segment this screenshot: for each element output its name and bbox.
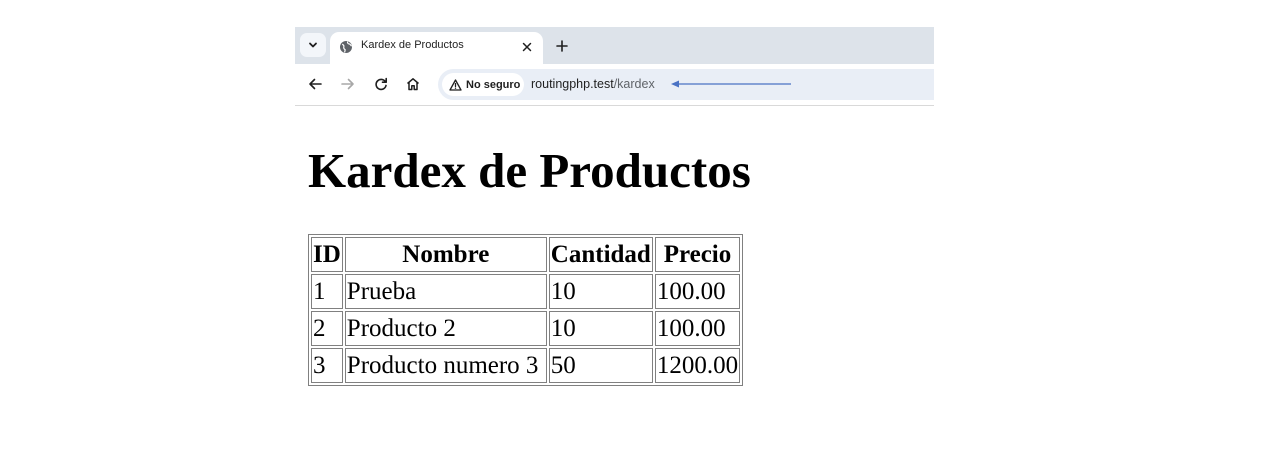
cell-cantidad: 50	[548, 348, 653, 383]
chevron-down-icon	[309, 42, 317, 48]
cell-precio: 100.00	[654, 311, 741, 346]
column-header-precio: Precio	[654, 237, 741, 272]
forward-button[interactable]	[337, 73, 359, 95]
cell-cantidad: 10	[548, 274, 653, 309]
tab-title: Kardex de Productos	[361, 39, 464, 51]
security-label: No seguro	[466, 78, 521, 91]
products-table-wrapper: ID Nombre Cantidad Precio 1 Prueba 10 10…	[308, 234, 744, 386]
page-title: Kardex de Productos	[308, 143, 751, 198]
reload-icon	[375, 77, 387, 91]
cell-nombre: Producto 2	[344, 311, 547, 346]
close-tab-button[interactable]	[518, 38, 536, 56]
cell-id: 3	[311, 348, 343, 383]
url-path: /kardex	[613, 77, 655, 91]
forward-arrow-icon	[341, 78, 354, 90]
reload-button[interactable]	[370, 73, 392, 95]
tab-strip: Kardex de Productos	[295, 27, 934, 64]
cell-cantidad: 10	[548, 311, 653, 346]
cell-precio: 100.00	[654, 274, 741, 309]
tab-kardex[interactable]: Kardex de Productos	[330, 32, 543, 64]
table-row: 1 Prueba 10 100.00	[311, 274, 741, 309]
globe-icon	[340, 41, 353, 53]
warning-triangle-icon	[449, 78, 462, 91]
table-row: 3 Producto numero 3 50 1200.00	[311, 348, 741, 383]
cell-id: 2	[311, 311, 343, 346]
url-host: routingphp.test	[531, 77, 614, 91]
url-text[interactable]: routingphp.test/kardex	[531, 77, 655, 91]
home-button[interactable]	[402, 73, 424, 95]
cell-nombre: Producto numero 3	[344, 348, 547, 383]
new-tab-button[interactable]	[551, 35, 573, 57]
cell-precio: 1200.00	[654, 348, 741, 383]
cell-id: 1	[311, 274, 343, 309]
address-bar[interactable]: No seguro routingphp.test/kardex	[438, 69, 934, 100]
column-header-id: ID	[311, 237, 343, 272]
back-arrow-icon	[309, 78, 322, 90]
home-icon	[407, 78, 419, 91]
browser-window: Kardex de Productos No seguro routingphp…	[295, 27, 934, 454]
column-header-nombre: Nombre	[344, 237, 547, 272]
security-chip[interactable]: No seguro	[442, 73, 524, 96]
browser-toolbar: No seguro routingphp.test/kardex	[295, 64, 934, 106]
plus-icon	[556, 40, 568, 52]
close-icon	[522, 42, 532, 52]
table-row: 2 Producto 2 10 100.00	[311, 311, 741, 346]
tab-search-button[interactable]	[300, 33, 326, 57]
products-table: ID Nombre Cantidad Precio 1 Prueba 10 10…	[308, 234, 744, 386]
annotation-arrow	[671, 80, 791, 88]
cell-nombre: Prueba	[344, 274, 547, 309]
page-content: Kardex de Productos ID Nombre Cantidad P…	[295, 106, 934, 454]
column-header-cantidad: Cantidad	[548, 237, 653, 272]
back-button[interactable]	[304, 73, 326, 95]
table-header-row: ID Nombre Cantidad Precio	[311, 237, 741, 272]
